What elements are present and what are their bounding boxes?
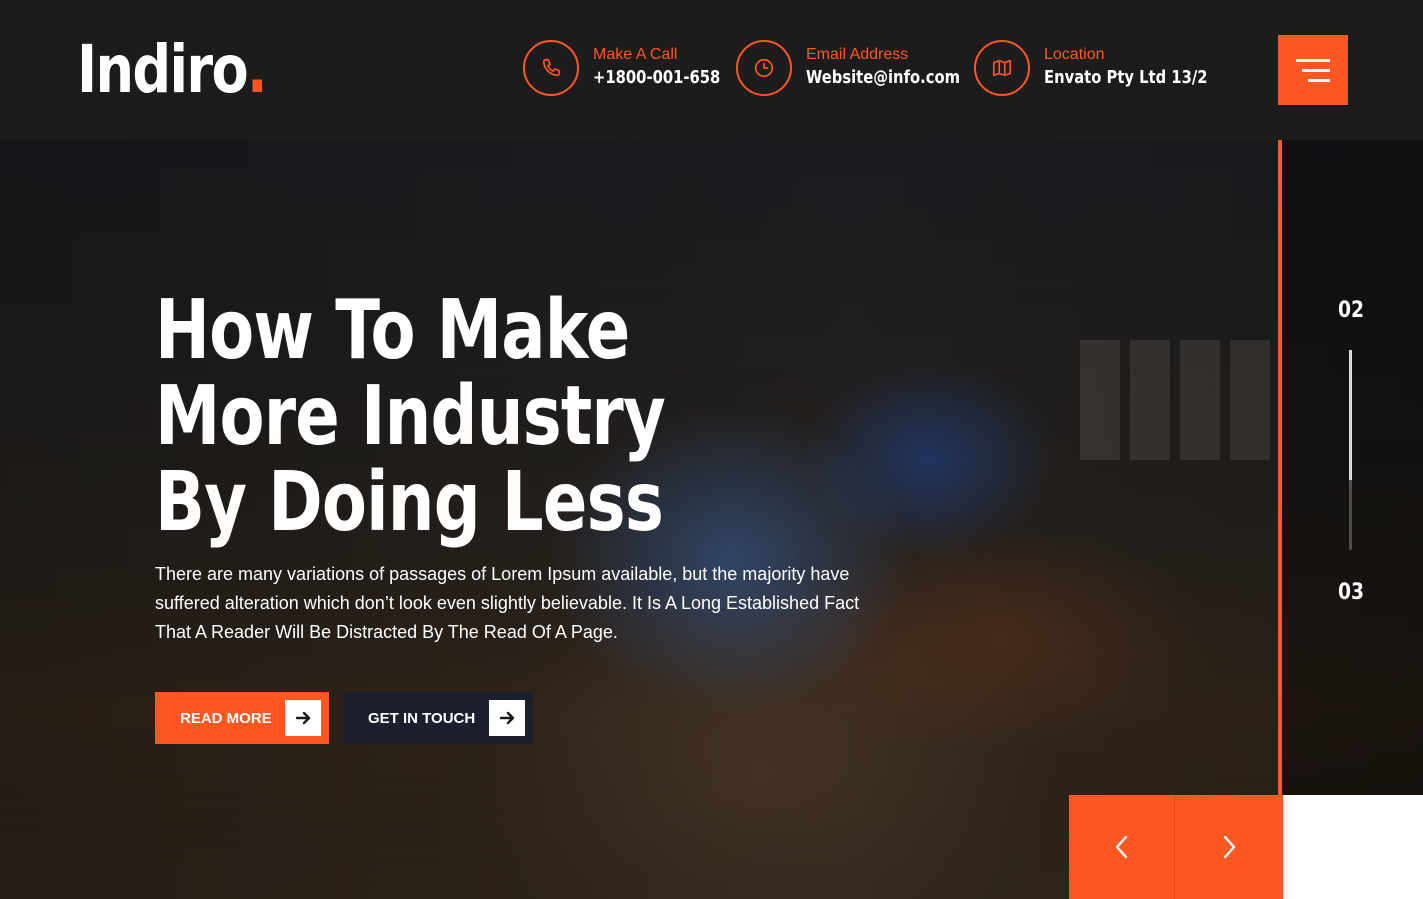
contact-email[interactable]: Email Address Website@info.com (736, 40, 994, 96)
contact-call[interactable]: Make A Call +1800-001-658 (523, 40, 748, 96)
brand-logo[interactable]: Indiro. (77, 30, 268, 110)
contact-location-label: Location (1044, 46, 1105, 63)
site-header: Indiro. Make A Call +1800-001-658 Email … (0, 0, 1423, 140)
contact-call-label: Make A Call (593, 46, 678, 63)
contact-location[interactable]: Location Envato Pty Ltd 13/2 (974, 40, 1243, 96)
corner-block (1283, 795, 1423, 899)
hamburger-menu-icon (1296, 58, 1330, 62)
slider-prev-button[interactable] (1069, 795, 1175, 899)
brand-dot: . (246, 31, 268, 108)
arrow-right-icon (489, 700, 525, 736)
current-slide-number[interactable]: 02 (1338, 298, 1364, 323)
slider-next-button[interactable] (1175, 795, 1283, 899)
contact-location-value: Envato Pty Ltd 13/2 (1044, 67, 1208, 88)
phone-icon (523, 40, 579, 96)
hamburger-bar (1302, 68, 1330, 72)
contact-email-value: Website@info.com (806, 67, 961, 88)
hero-slider: How To Make More Industry By Doing Less … (0, 140, 1423, 899)
hamburger-menu-button[interactable] (1278, 35, 1348, 105)
clock-icon (736, 40, 792, 96)
get-in-touch-label: GET IN TOUCH (368, 709, 476, 727)
read-more-label: READ MORE (180, 709, 272, 727)
slider-rail (1282, 140, 1423, 795)
get-in-touch-button[interactable]: GET IN TOUCH (343, 692, 533, 744)
hero-description: There are many variations of passages of… (155, 564, 860, 642)
chevron-right-icon (1223, 835, 1236, 859)
slide-progress-track (1349, 350, 1352, 550)
chevron-left-icon (1115, 835, 1127, 859)
next-slide-number[interactable]: 03 (1338, 580, 1364, 605)
hamburger-bar (1308, 78, 1330, 82)
map-icon (974, 40, 1030, 96)
contact-email-label: Email Address (806, 46, 909, 63)
brand-name: Indiro (77, 31, 249, 108)
arrow-right-icon (285, 700, 321, 736)
slide-progress-fill (1349, 350, 1352, 480)
slider-rail-accent (1278, 140, 1282, 795)
hero-title: How To Make More Industry By Doing Less (155, 283, 666, 550)
read-more-button[interactable]: READ MORE (155, 692, 329, 744)
contact-call-value: +1800-001-658 (593, 67, 721, 88)
